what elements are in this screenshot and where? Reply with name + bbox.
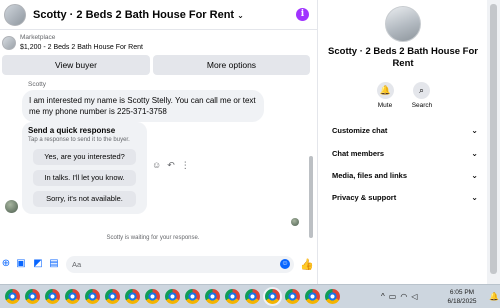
taskbar-app-icon[interactable] bbox=[85, 289, 100, 304]
chat-scrollbar[interactable] bbox=[309, 156, 313, 238]
incoming-message: I am interested my name is Scotty Stelly… bbox=[22, 90, 264, 122]
more-actions-icon[interactable]: ⋮ bbox=[181, 160, 190, 171]
page-scrollbar-thumb[interactable] bbox=[490, 4, 497, 274]
taskbar-app-icon[interactable] bbox=[325, 289, 340, 304]
notification-icon[interactable]: 🔔 bbox=[489, 292, 499, 301]
taskbar-app-icon[interactable] bbox=[145, 289, 160, 304]
message-list: Scotty I am interested my name is Scotty… bbox=[0, 78, 310, 260]
react-icon[interactable]: ☺ bbox=[152, 160, 161, 171]
chevron-down-icon: ⌄ bbox=[237, 10, 244, 20]
chevron-down-icon: ⌄ bbox=[471, 193, 478, 202]
menu-label: Chat members bbox=[332, 149, 385, 158]
taskbar-clock[interactable]: 6:05 PM 6/18/2025 bbox=[440, 288, 484, 306]
sticker-icon[interactable]: ◩ bbox=[32, 258, 44, 270]
chevron-down-icon: ⌄ bbox=[471, 149, 478, 158]
reply-icon[interactable]: ↶ bbox=[167, 160, 175, 171]
search-label[interactable]: Search bbox=[407, 102, 437, 109]
menu-media-files-links[interactable]: Media, files and links ⌄ bbox=[332, 168, 478, 184]
taskbar: ^ ▭ ◠ ◁ 6:05 PM 6/18/2025 🔔 bbox=[0, 284, 500, 308]
menu-label: Customize chat bbox=[332, 126, 388, 135]
menu-customize-chat[interactable]: Customize chat ⌄ bbox=[332, 123, 478, 139]
taskbar-app-icon[interactable] bbox=[125, 289, 140, 304]
mute-label[interactable]: Mute bbox=[370, 102, 400, 109]
plus-icon[interactable]: ⊕ bbox=[0, 258, 12, 270]
listing-large-avatar bbox=[385, 6, 421, 42]
menu-chat-members[interactable]: Chat members ⌄ bbox=[332, 146, 478, 162]
waiting-status: Scotty is waiting for your response. bbox=[106, 235, 200, 241]
taskbar-app-icon[interactable] bbox=[65, 289, 80, 304]
menu-privacy-support[interactable]: Privacy & support ⌄ bbox=[332, 190, 478, 206]
taskbar-app-icon[interactable] bbox=[185, 289, 200, 304]
marketplace-listing[interactable]: Marketplace $1,200 - 2 Beds 2 Bath House… bbox=[0, 31, 318, 55]
message-input[interactable]: Aa bbox=[66, 256, 294, 273]
network-icon[interactable]: ▭ bbox=[389, 292, 397, 301]
tray-chevron-icon[interactable]: ^ bbox=[381, 292, 385, 301]
conversation-info-pane: Scotty · 2 Beds 2 Bath House For Rent 🔔 … bbox=[319, 0, 487, 284]
quick-response-subtitle: Tap a response to send it to the buyer. bbox=[28, 137, 130, 143]
quick-response-yes-button[interactable]: Yes, are you interested? bbox=[33, 149, 136, 165]
taskbar-app-icon[interactable] bbox=[225, 289, 240, 304]
taskbar-app-icon[interactable] bbox=[305, 289, 320, 304]
taskbar-app-icon-active[interactable] bbox=[265, 289, 280, 304]
image-attach-icon[interactable]: ▣ bbox=[15, 258, 27, 270]
taskbar-app-icon[interactable] bbox=[25, 289, 40, 304]
view-buyer-button[interactable]: View buyer bbox=[2, 55, 150, 75]
bell-icon[interactable]: 🔔 bbox=[377, 82, 394, 99]
seen-indicator-avatar bbox=[291, 218, 299, 226]
more-options-button[interactable]: More options bbox=[153, 55, 310, 75]
info-icon[interactable]: i bbox=[296, 8, 309, 21]
thumbs-up-icon[interactable]: 👍 bbox=[300, 258, 314, 271]
quick-response-in-talks-button[interactable]: In talks. I'll let you know. bbox=[33, 170, 136, 186]
conversation-name: Scotty · 2 Beds 2 Bath House For Rent bbox=[328, 46, 478, 69]
chevron-down-icon: ⌄ bbox=[471, 171, 478, 180]
message-actions: ☺ ↶ ⋮ bbox=[152, 160, 190, 171]
taskbar-app-icon[interactable] bbox=[165, 289, 180, 304]
clock-time: 6:05 PM bbox=[449, 289, 475, 296]
taskbar-app-icon[interactable] bbox=[105, 289, 120, 304]
listing-text: $1,200 - 2 Beds 2 Bath House For Rent bbox=[20, 44, 143, 51]
chat-title: Scotty · 2 Beds 2 Bath House For Rent bbox=[33, 8, 235, 21]
emoji-icon[interactable]: ☺ bbox=[280, 259, 290, 269]
listing-avatar[interactable] bbox=[4, 3, 26, 26]
clock-date: 6/18/2025 bbox=[447, 298, 477, 305]
listing-actions: View buyer More options bbox=[0, 55, 318, 75]
chevron-down-icon: ⌄ bbox=[471, 126, 478, 135]
chat-title-button[interactable]: Scotty · 2 Beds 2 Bath House For Rent ⌄ bbox=[33, 9, 244, 21]
menu-label: Privacy & support bbox=[332, 193, 397, 202]
quick-response-title: Send a quick response bbox=[28, 126, 116, 135]
taskbar-app-icon[interactable] bbox=[205, 289, 220, 304]
listing-thumbnail bbox=[2, 36, 16, 50]
volume-icon[interactable]: ◁ bbox=[411, 292, 417, 301]
quick-response-not-available-button[interactable]: Sorry, it's not available. bbox=[33, 191, 136, 207]
message-composer: ⊕ ▣ ◩ ▤ Aa ☺ 👍 bbox=[0, 255, 318, 275]
chat-header: Scotty · 2 Beds 2 Bath House For Rent ⌄ i bbox=[0, 0, 318, 30]
menu-label: Media, files and links bbox=[332, 171, 408, 180]
taskbar-app-icon[interactable] bbox=[245, 289, 260, 304]
taskbar-app-icon[interactable] bbox=[45, 289, 60, 304]
taskbar-app-icon[interactable] bbox=[5, 289, 20, 304]
chat-pane: Scotty · 2 Beds 2 Bath House For Rent ⌄ i… bbox=[0, 0, 318, 284]
message-placeholder: Aa bbox=[72, 260, 82, 269]
sender-name: Scotty bbox=[28, 81, 47, 88]
taskbar-app-icon[interactable] bbox=[285, 289, 300, 304]
system-tray: ^ ▭ ◠ ◁ bbox=[381, 292, 417, 301]
marketplace-label: Marketplace bbox=[20, 34, 56, 41]
quick-response-card: Send a quick response Tap a response to … bbox=[22, 122, 147, 214]
search-icon[interactable]: ⌕ bbox=[413, 82, 430, 99]
sender-avatar[interactable] bbox=[5, 200, 18, 213]
wifi-icon[interactable]: ◠ bbox=[400, 292, 407, 301]
gif-icon[interactable]: ▤ bbox=[48, 258, 60, 270]
